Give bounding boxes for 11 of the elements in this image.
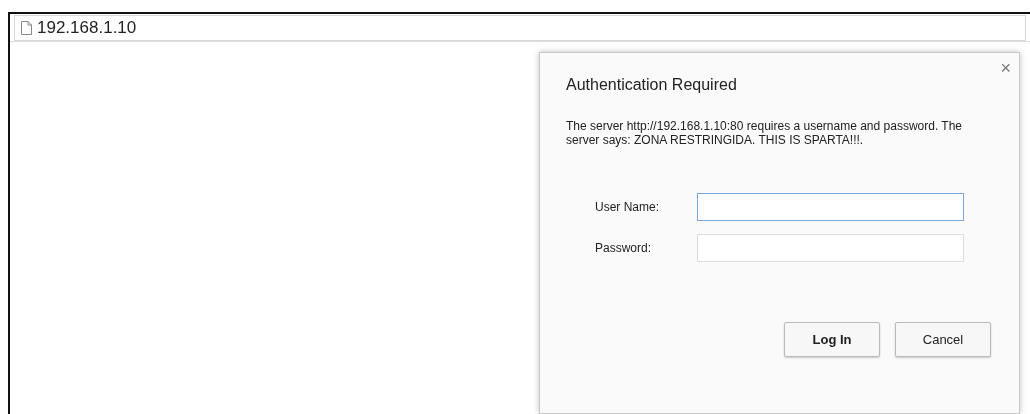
dialog-button[interactable]: Cancel xyxy=(895,322,991,357)
field-label: Password: xyxy=(594,240,653,257)
page-icon xyxy=(21,21,32,35)
close-button[interactable]: × xyxy=(998,59,1013,77)
dialog-message: The server http://192.168.1.10:80 requires a username and password. The server says: ZONA RESTRINGIDA. THIS IS SPARTA!!!. xyxy=(566,119,964,147)
dialog-button[interactable]: Log In xyxy=(784,322,880,357)
url-text: 192.168.1.10 xyxy=(37,17,137,40)
input-field[interactable] xyxy=(697,193,964,221)
dialog-title: Authentication Required xyxy=(566,75,738,95)
address-bar[interactable]: 192.168.1.10 xyxy=(14,15,1026,41)
field-label: User Name: xyxy=(594,199,660,216)
